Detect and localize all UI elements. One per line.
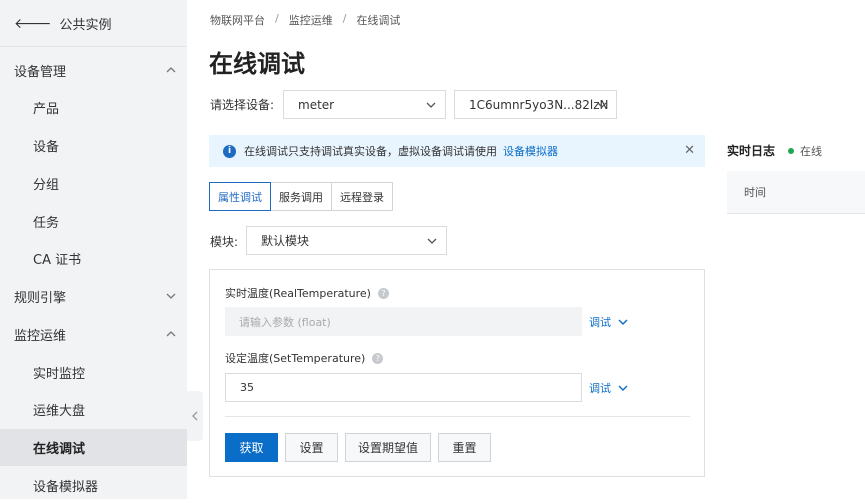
sidebar-item-label: 任务 bbox=[33, 216, 60, 231]
chevron-down-icon bbox=[426, 102, 436, 108]
product-select[interactable]: meter bbox=[283, 90, 446, 119]
status-badge: 在线 bbox=[788, 143, 822, 159]
column-time: 时间 bbox=[744, 186, 766, 199]
sidebar-item-online-debug[interactable]: 在线调试 bbox=[0, 429, 187, 466]
get-button[interactable]: 获取 bbox=[225, 433, 278, 462]
set-button[interactable]: 设置 bbox=[285, 433, 338, 462]
tab-remote-login[interactable]: 远程登录 bbox=[331, 182, 393, 211]
breadcrumb-separator: / bbox=[342, 12, 347, 25]
chevron-left-icon bbox=[192, 411, 198, 421]
sidebar-item-label: 规则引擎 bbox=[14, 291, 67, 306]
info-notice: i 在线调试只支持调试真实设备，虚拟设备调试请使用 设备模拟器 ✕ bbox=[209, 135, 705, 167]
tab-property-debug[interactable]: 属性调试 bbox=[209, 182, 271, 211]
product-select-value: meter bbox=[298, 97, 335, 112]
device-select-label: 请选择设备: bbox=[210, 98, 275, 112]
field-label-text: 设定温度(SetTemperature) bbox=[225, 352, 366, 365]
debug-label: 调试 bbox=[589, 382, 611, 395]
sidebar-item-devices[interactable]: 设备 bbox=[0, 127, 187, 164]
notice-text: 在线调试只支持调试真实设备，虚拟设备调试请使用 bbox=[244, 145, 497, 158]
sidebar-item-groups[interactable]: 分组 bbox=[0, 165, 187, 202]
help-icon[interactable]: ? bbox=[372, 352, 384, 364]
sidebar-group-monitoring[interactable]: 监控运维 bbox=[0, 316, 187, 353]
field-label-set-temperature: 设定温度(SetTemperature) ? bbox=[225, 350, 384, 366]
info-icon: i bbox=[223, 144, 236, 158]
debug-label: 调试 bbox=[589, 316, 611, 329]
chevron-down-icon bbox=[597, 102, 607, 108]
field-label-text: 实时温度(RealTemperature) bbox=[225, 287, 371, 300]
sidebar-item-label: 监控运维 bbox=[14, 329, 67, 344]
set-expected-button[interactable]: 设置期望值 bbox=[345, 433, 431, 462]
reset-button[interactable]: 重置 bbox=[438, 433, 491, 462]
breadcrumb: 物联网平台 / 监控运维 / 在线调试 bbox=[210, 12, 400, 28]
sidebar-group-device-management[interactable]: 设备管理 bbox=[0, 52, 187, 89]
chevron-down-icon bbox=[427, 238, 437, 244]
debug-dropdown[interactable]: 调试 bbox=[589, 314, 629, 330]
chevron-down-icon bbox=[166, 293, 176, 299]
sidebar-collapse-handle[interactable] bbox=[187, 391, 203, 441]
arrow-left-icon: 🡐 bbox=[14, 15, 52, 32]
back-button[interactable]: 🡐 公共实例 bbox=[0, 0, 187, 47]
chevron-down-icon bbox=[618, 319, 628, 325]
breadcrumb-separator: / bbox=[275, 12, 279, 25]
set-temperature-input[interactable]: 35 bbox=[225, 373, 582, 402]
log-table-header: 时间 bbox=[727, 171, 865, 214]
sidebar-item-products[interactable]: 产品 bbox=[0, 89, 187, 126]
chevron-up-icon bbox=[166, 67, 176, 73]
log-title: 实时日志 bbox=[727, 144, 776, 158]
tab-service-call[interactable]: 服务调用 bbox=[270, 182, 332, 211]
breadcrumb-item[interactable]: 监控运维 bbox=[289, 12, 333, 28]
sidebar-item-realtime-monitor[interactable]: 实时监控 bbox=[0, 354, 187, 391]
sidebar-item-ca-cert[interactable]: CA 证书 bbox=[0, 240, 187, 277]
sidebar: 🡐 公共实例 设备管理 产品 设备 分组 任务 CA 证书 规则引擎 监控运维 … bbox=[0, 0, 187, 499]
module-select[interactable]: 默认模块 bbox=[246, 226, 447, 255]
module-select-value: 默认模块 bbox=[261, 234, 310, 248]
divider bbox=[225, 416, 690, 417]
sidebar-item-tasks[interactable]: 任务 bbox=[0, 203, 187, 240]
sidebar-item-label: 运维大盘 bbox=[33, 404, 86, 419]
device-select[interactable]: 1C6umnr5yo3N...82lzN bbox=[454, 90, 617, 119]
sidebar-item-label: 分组 bbox=[33, 178, 60, 193]
sidebar-item-label: 产品 bbox=[33, 102, 60, 117]
sidebar-item-label: 实时监控 bbox=[33, 367, 86, 382]
sidebar-item-label: 在线调试 bbox=[33, 442, 86, 457]
chevron-down-icon bbox=[618, 385, 628, 391]
debug-dropdown[interactable]: 调试 bbox=[589, 380, 629, 396]
field-label-real-temperature: 实时温度(RealTemperature) ? bbox=[225, 285, 389, 301]
help-icon[interactable]: ? bbox=[377, 287, 389, 299]
sidebar-item-label: 设备模拟器 bbox=[33, 480, 99, 495]
status-dot-icon bbox=[788, 148, 794, 154]
device-simulator-link[interactable]: 设备模拟器 bbox=[503, 143, 558, 159]
module-label: 模块: bbox=[210, 235, 239, 249]
real-temperature-input[interactable]: 请输入参数 (float) bbox=[225, 307, 582, 336]
sidebar-item-label: 设备管理 bbox=[14, 65, 67, 80]
sidebar-item-ops-dashboard[interactable]: 运维大盘 bbox=[0, 391, 187, 428]
breadcrumb-item[interactable]: 物联网平台 bbox=[210, 12, 265, 28]
device-select-value: 1C6umnr5yo3N...82lzN bbox=[469, 97, 609, 112]
input-value: 35 bbox=[240, 381, 254, 394]
page-title: 在线调试 bbox=[209, 50, 305, 78]
breadcrumb-item: 在线调试 bbox=[356, 14, 401, 27]
chevron-up-icon bbox=[166, 331, 176, 337]
debug-tabs: 属性调试 服务调用 远程登录 bbox=[209, 182, 393, 211]
back-label: 公共实例 bbox=[59, 17, 112, 33]
sidebar-item-label: 设备 bbox=[33, 140, 60, 155]
status-text: 在线 bbox=[800, 145, 822, 158]
close-icon[interactable]: ✕ bbox=[684, 143, 695, 158]
input-placeholder: 请输入参数 (float) bbox=[239, 315, 331, 329]
sidebar-group-rule-engine[interactable]: 规则引擎 bbox=[0, 278, 187, 315]
sidebar-item-label: CA 证书 bbox=[33, 253, 82, 268]
sidebar-item-device-simulator[interactable]: 设备模拟器 bbox=[0, 467, 187, 504]
